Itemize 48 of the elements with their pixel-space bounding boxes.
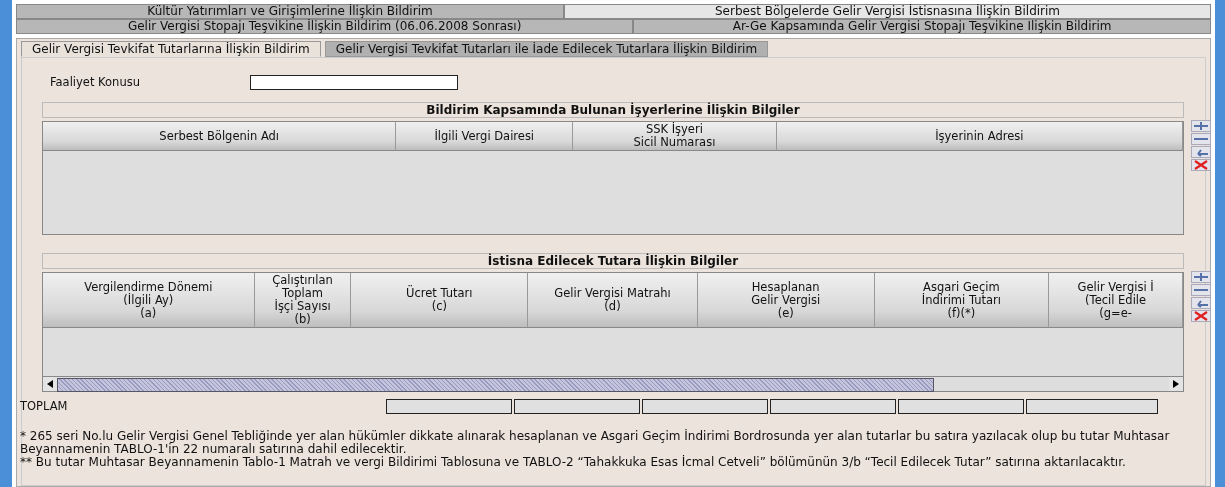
- delete-button[interactable]: [1191, 310, 1211, 322]
- delete-button[interactable]: [1191, 159, 1211, 171]
- section-title: Bildirim Kapsamında Bulunan İşyerlerine İlişkin Bilgiler: [42, 102, 1184, 118]
- tab[interactable]: Gelir Vergisi Tevkifat Tutarlarına İlişkin Bildirim: [21, 41, 321, 57]
- undo-arrow-button[interactable]: [1191, 297, 1211, 309]
- field-label: Faaliyet Konusu: [50, 75, 141, 89]
- column-header[interactable]: Serbest Bölgenin Adı: [43, 122, 397, 151]
- scrollbar-thumb[interactable]: [57, 378, 934, 392]
- section-title: İstisna Edilecek Tutara İlişkin Bilgiler: [42, 253, 1184, 269]
- horizontal-scrollbar[interactable]: [43, 376, 1183, 391]
- column-header[interactable]: Vergilendirme Dönemi (İlgili Ay) (a): [43, 273, 255, 328]
- total-field[interactable]: [1026, 398, 1158, 414]
- left-arrow-icon: [46, 380, 54, 388]
- total-field[interactable]: [642, 398, 768, 414]
- footnote: ** Bu tutar Muhtasar Beyannamenin Tablo-1 Matrah ve vergi Bildirimi Tablosuna ve TABLO-2 “Tahakkuka Esas İcmal Cetveli” bölümünün 3/b “Tecil Edilecek Tutar” satırına aktarılacaktır.: [20, 456, 1127, 469]
- tab[interactable]: Gelir Vergisi Tevkifat Tutarları ile İade Edilecek Tutarlara İlişkin Bildirim: [324, 41, 769, 57]
- input-field[interactable]: [250, 74, 458, 90]
- undo-arrow-button[interactable]: [1191, 146, 1211, 158]
- column-header[interactable]: Çalıştırılan Toplam İşçi Sayısı (b): [254, 273, 352, 328]
- plus-button[interactable]: [1191, 120, 1211, 132]
- minus-button[interactable]: [1191, 133, 1211, 145]
- column-header[interactable]: İşyerinin Adresi: [776, 122, 1183, 151]
- scroll-right-button[interactable]: [1169, 377, 1183, 391]
- tab[interactable]: Ar-Ge Kapsamında Gelir Vergisi Stopajı Teşvikine Ilişkin Bildirim: [633, 19, 1211, 34]
- column-header[interactable]: Hesaplanan Gelir Vergisi (e): [697, 273, 875, 328]
- plus-icon: [1193, 272, 1209, 282]
- footnote: * 265 seri No.lu Gelir Vergisi Genel Tebliğinde yer alan hükümler dikkate alınarak hesaplanan ve Asgari Geçim İndirimi Bordrosunda yer alan tutarlar bu satıra yazılacak olup bu tutar Muhtasar Beyannamenin TABLO-1'in 22 numaralı satırına dahil edilecektir.: [20, 430, 1171, 456]
- total-label: TOPLAM: [20, 399, 69, 413]
- right-arrow-icon: [1172, 380, 1180, 388]
- column-header[interactable]: Gelir Vergisi Matrahı (d): [528, 273, 698, 328]
- total-field[interactable]: [770, 398, 896, 414]
- column-header[interactable]: SSK İşyeri Sicil Numarası: [573, 122, 777, 151]
- column-header[interactable]: Ücret Tutarı (c): [351, 273, 529, 328]
- minus-button[interactable]: [1191, 284, 1211, 296]
- tab[interactable]: Serbest Bölgelerde Gelir Vergisi İstisnasına İlişkin Bildirim: [564, 4, 1211, 19]
- delete-icon: [1193, 160, 1209, 170]
- scroll-left-button[interactable]: [43, 377, 57, 391]
- total-field[interactable]: [898, 398, 1024, 414]
- total-field[interactable]: [386, 398, 512, 414]
- plus-button[interactable]: [1191, 271, 1211, 283]
- delete-icon: [1193, 311, 1209, 321]
- column-header[interactable]: Asgari Geçim İndirimi Tutarı (f)(*): [874, 273, 1050, 328]
- column-header[interactable]: Gelir Vergisi İ (Tecil Edile (g=e-: [1049, 273, 1183, 328]
- total-field[interactable]: [514, 398, 640, 414]
- column-header[interactable]: İlgili Vergi Dairesi: [396, 122, 574, 151]
- tab[interactable]: Kültür Yatırımları ve Girişimlerine İlişkin Bildirim: [16, 4, 565, 19]
- tab[interactable]: Gelir Vergisi Stopajı Teşvikine İlişkin Bildirim (06.06.2008 Sonrası): [16, 19, 634, 34]
- plus-icon: [1193, 121, 1209, 131]
